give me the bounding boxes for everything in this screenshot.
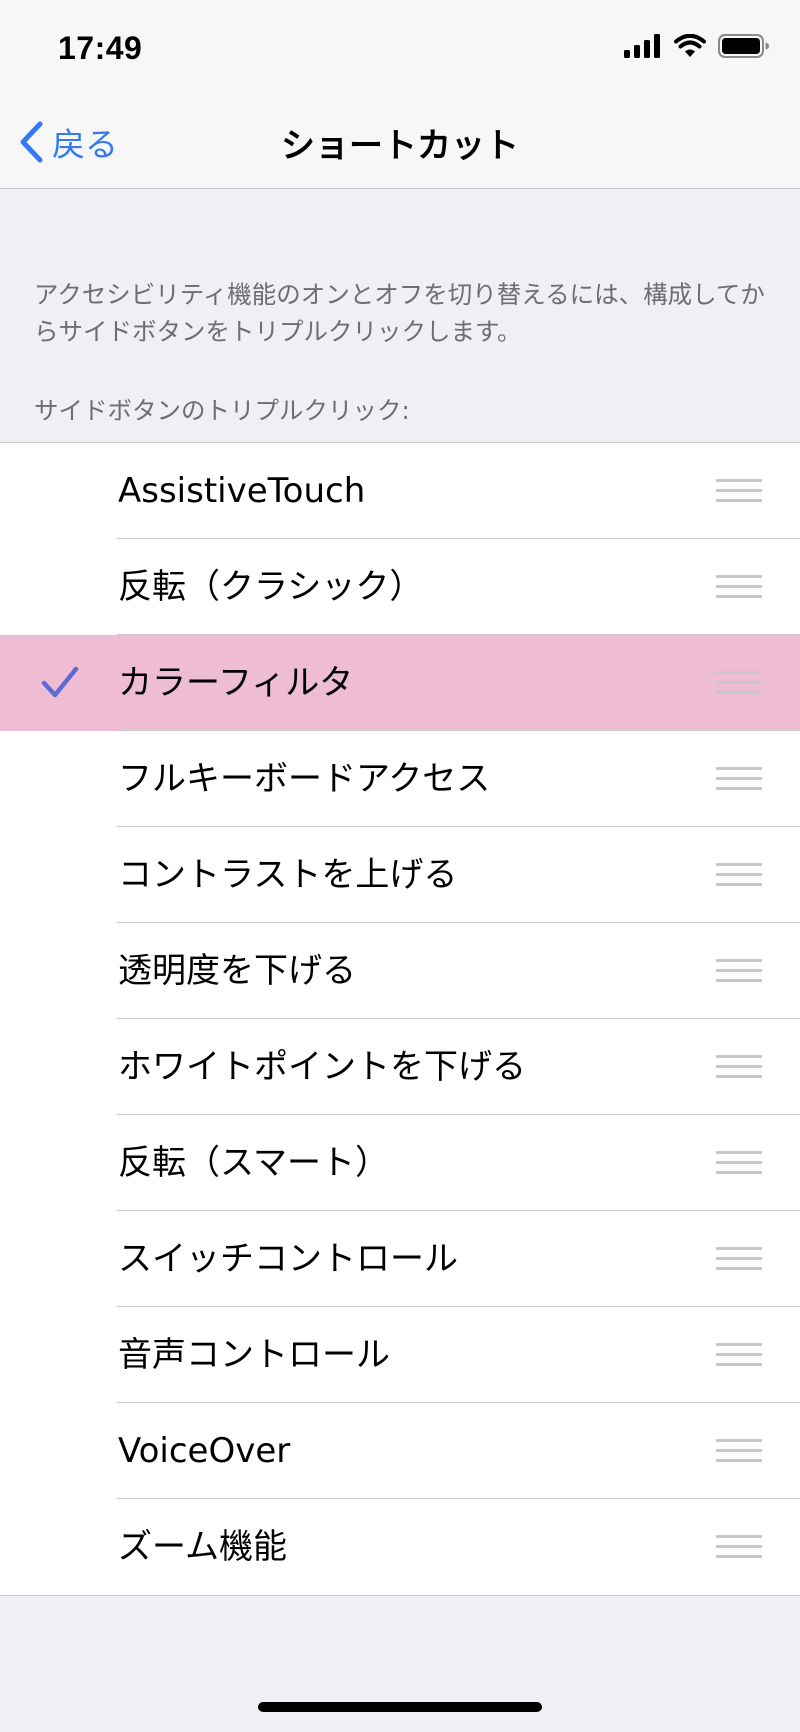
description-text: アクセシビリティ機能のオンとオフを切り替えるには、構成してからサイドボタンをトリ… (34, 280, 765, 346)
shortcut-row-label: スイッチコントロール (118, 1239, 458, 1279)
shortcut-row[interactable]: 反転（クラシック） (0, 539, 800, 635)
reorder-handle-icon[interactable] (716, 671, 762, 695)
reorder-handle-icon[interactable] (716, 959, 762, 983)
status-icons (624, 34, 770, 58)
battery-icon (718, 34, 769, 58)
shortcut-row-label: ズーム機能 (118, 1527, 287, 1567)
shortcut-row-label: 透明度を下げる (118, 951, 356, 991)
status-bar: 17:49 (0, 0, 800, 96)
reorder-handle-icon[interactable] (716, 1151, 762, 1175)
shortcut-row[interactable]: VoiceOver (0, 1403, 800, 1499)
reorder-handle-icon[interactable] (716, 1439, 762, 1463)
shortcut-row[interactable]: AssistiveTouch (0, 443, 800, 539)
shortcut-list: AssistiveTouch 反転（クラシック） カラーフィルタフルキーボードアクセ… (0, 442, 800, 1596)
shortcut-row[interactable]: 透明度を下げる (0, 923, 800, 1019)
reorder-handle-icon[interactable] (716, 863, 762, 887)
status-time: 17:49 (58, 30, 143, 66)
shortcut-row-label: フルキーボードアクセス (118, 759, 491, 799)
shortcut-row-label: 反転（クラシック） (118, 567, 424, 607)
reorder-handle-icon[interactable] (716, 1247, 762, 1271)
shortcut-row-label: AssistiveTouch (118, 471, 366, 511)
cellular-signal-icon (624, 34, 660, 58)
page-title: ショートカット (281, 126, 519, 166)
shortcut-row-label: 音声コントロール (118, 1335, 390, 1375)
reorder-handle-icon[interactable] (716, 479, 762, 503)
shortcut-row[interactable]: コントラストを上げる (0, 827, 800, 923)
reorder-handle-icon[interactable] (716, 575, 762, 599)
home-indicator[interactable] (258, 1702, 542, 1712)
shortcut-row-label: 反転（スマート） (118, 1143, 389, 1183)
navigation-bar: 戻る ショートカット (0, 96, 800, 189)
shortcut-row-label: コントラストを上げる (118, 855, 458, 895)
shortcut-row[interactable]: ホワイトポイントを下げる (0, 1019, 800, 1115)
shortcut-row[interactable]: 音声コントロール (0, 1307, 800, 1403)
shortcut-row[interactable]: スイッチコントロール (0, 1211, 800, 1307)
reorder-handle-icon[interactable] (716, 767, 762, 791)
shortcut-row-label: カラーフィルタ (118, 663, 354, 703)
shortcut-row[interactable]: フルキーボードアクセス (0, 731, 800, 827)
reorder-handle-icon[interactable] (716, 1055, 762, 1079)
shortcut-row-label: ホワイトポイントを下げる (118, 1047, 526, 1087)
section-header: サイドボタンのトリプルクリック: (34, 396, 410, 425)
shortcut-row[interactable]: ズーム機能 (0, 1499, 800, 1595)
reorder-handle-icon[interactable] (716, 1343, 762, 1367)
reorder-handle-icon[interactable] (716, 1535, 762, 1559)
shortcut-row[interactable]: カラーフィルタ (0, 635, 800, 731)
shortcut-row[interactable]: 反転（スマート） (0, 1115, 800, 1211)
checkmark-icon (41, 666, 79, 698)
wifi-icon (674, 34, 706, 57)
shortcut-row-label: VoiceOver (118, 1431, 291, 1471)
